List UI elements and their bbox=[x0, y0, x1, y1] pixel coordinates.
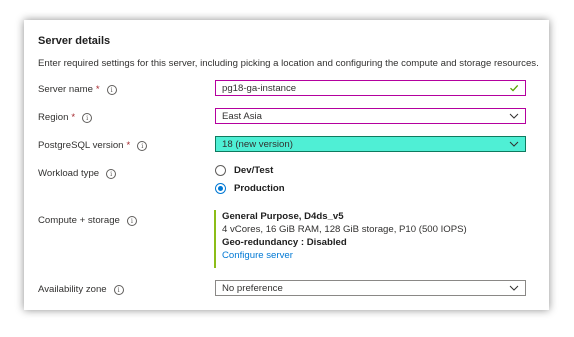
postgres-version-label-text: PostgreSQL version bbox=[38, 140, 124, 151]
region-label-text: Region bbox=[38, 112, 69, 123]
chevron-down-icon bbox=[509, 285, 519, 291]
info-icon[interactable]: i bbox=[82, 112, 93, 123]
region-select[interactable]: East Asia bbox=[215, 108, 526, 124]
postgres-version-label: PostgreSQL version * i bbox=[38, 140, 148, 151]
geo-redundancy: Geo-redundancy : Disabled bbox=[222, 237, 347, 248]
compute-storage-label-text: Compute + storage bbox=[38, 215, 120, 226]
region-label: Region * i bbox=[38, 112, 93, 123]
workload-option-label: Production bbox=[234, 183, 285, 194]
server-name-label-text: Server name bbox=[38, 84, 93, 95]
chevron-down-icon bbox=[509, 113, 519, 119]
workload-option-label: Dev/Test bbox=[234, 165, 274, 176]
compute-storage-label: Compute + storage i bbox=[38, 215, 137, 226]
workload-type-label: Workload type i bbox=[38, 168, 117, 179]
region-value: East Asia bbox=[222, 110, 262, 122]
workload-option-production[interactable]: Production bbox=[215, 183, 285, 194]
info-icon[interactable]: i bbox=[106, 84, 117, 95]
server-details-panel: Server details Enter required settings f… bbox=[24, 20, 549, 310]
radio-button-selected[interactable] bbox=[215, 183, 226, 194]
postgres-version-select[interactable]: 18 (new version) bbox=[215, 136, 526, 152]
server-name-value: pg18-ga-instance bbox=[222, 82, 297, 94]
server-name-label: Server name * i bbox=[38, 84, 117, 95]
availability-zone-label: Availability zone i bbox=[38, 284, 124, 295]
compute-summary: General Purpose, D4ds_v5 4 vCores, 16 Gi… bbox=[214, 210, 467, 268]
compute-tier: General Purpose, D4ds_v5 bbox=[222, 211, 344, 222]
required-marker: * bbox=[126, 140, 131, 151]
workload-type-label-text: Workload type bbox=[38, 168, 100, 179]
required-marker: * bbox=[71, 112, 76, 123]
required-marker: * bbox=[95, 84, 100, 95]
radio-button[interactable] bbox=[215, 165, 226, 176]
configure-server-link[interactable]: Configure server bbox=[222, 249, 467, 262]
server-name-input[interactable]: pg18-ga-instance bbox=[215, 80, 526, 96]
info-icon[interactable]: i bbox=[106, 168, 117, 179]
info-icon[interactable]: i bbox=[126, 215, 137, 226]
info-icon[interactable]: i bbox=[113, 284, 124, 295]
availability-zone-select[interactable]: No preference bbox=[215, 280, 526, 296]
checkmark-icon bbox=[510, 84, 519, 92]
availability-zone-value: No preference bbox=[222, 282, 283, 294]
compute-specs: 4 vCores, 16 GiB RAM, 128 GiB storage, P… bbox=[222, 224, 467, 235]
postgres-version-value: 18 (new version) bbox=[222, 138, 293, 150]
section-title: Server details bbox=[38, 35, 111, 47]
info-icon[interactable]: i bbox=[137, 140, 148, 151]
chevron-down-icon bbox=[509, 141, 519, 147]
workload-option-devtest[interactable]: Dev/Test bbox=[215, 165, 273, 176]
section-description: Enter required settings for this server,… bbox=[38, 58, 539, 69]
availability-zone-label-text: Availability zone bbox=[38, 284, 107, 295]
